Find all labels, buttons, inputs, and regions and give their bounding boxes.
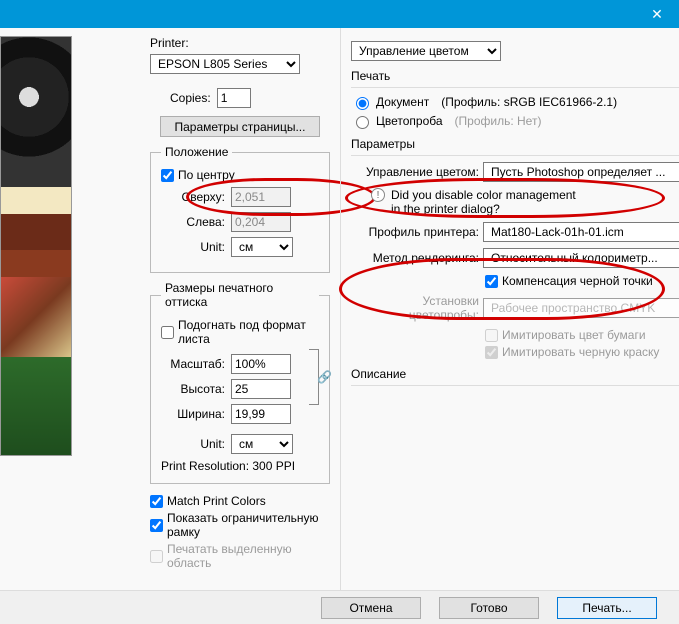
- printer-label: Printer:: [150, 36, 189, 50]
- preview-thumb: [1, 277, 71, 357]
- color-handling-select[interactable]: Пусть Photoshop определяет ...: [483, 162, 679, 182]
- black-point-checkbox[interactable]: Компенсация черной точки: [485, 274, 679, 288]
- disable-cm-hint: Did you disable color management in the …: [391, 188, 576, 216]
- simulate-paper-checkbox: Имитировать цвет бумаги: [485, 328, 679, 342]
- titlebar: ✕: [0, 0, 679, 28]
- close-button[interactable]: ✕: [635, 0, 679, 28]
- document-profile: (Профиль: sRGB IEC61966-2.1): [441, 95, 617, 109]
- height-input[interactable]: [231, 379, 291, 399]
- match-print-colors-checkbox[interactable]: Match Print Colors: [150, 494, 330, 508]
- document-radio[interactable]: Документ (Профиль: sRGB IEC61966-2.1): [351, 94, 679, 110]
- preview-column: [0, 28, 76, 590]
- preview-thumb: [1, 357, 71, 456]
- proof-setup-select: Рабочее пространство CMYK: [483, 298, 679, 318]
- printer-profile-select[interactable]: Mat180-Lack-01h-01.icm: [483, 222, 679, 242]
- printer-select[interactable]: EPSON L805 Series: [150, 54, 300, 74]
- copies-input[interactable]: [217, 88, 251, 108]
- width-label: Ширина:: [161, 407, 225, 421]
- size-unit-select[interactable]: см: [231, 434, 293, 454]
- scaled-legend: Размеры печатного оттиска: [161, 281, 319, 309]
- copies-label: Copies:: [170, 91, 211, 105]
- print-selection-checkbox: Печатать выделенную область: [150, 542, 330, 570]
- proof-radio[interactable]: Цветопроба (Профиль: Нет): [351, 113, 679, 129]
- preview-thumb: [1, 37, 71, 187]
- position-group: Положение По центру Сверху: Слева: Unit:…: [150, 145, 330, 273]
- left-pane: Printer: EPSON L805 Series Copies: Парам…: [76, 28, 340, 590]
- show-bbox-checkbox[interactable]: Показать ограничительную рамку: [150, 511, 330, 539]
- close-icon: ✕: [651, 6, 663, 23]
- right-pane: Управление цветом Печать Документ (Профи…: [340, 28, 679, 590]
- position-legend: Положение: [161, 145, 232, 159]
- print-preview: [0, 36, 72, 456]
- printer-profile-label: Профиль принтера:: [351, 225, 479, 239]
- left-label: Слева:: [161, 215, 225, 229]
- scaled-size-group: Размеры печатного оттиска Подогнать под …: [150, 281, 330, 484]
- fit-media-checkbox[interactable]: Подогнать под формат листа: [161, 318, 319, 346]
- top-input: [231, 187, 291, 207]
- print-heading: Печать: [351, 69, 679, 83]
- page-setup-button[interactable]: Параметры страницы...: [160, 116, 320, 137]
- color-handling-label: Управление цветом:: [351, 165, 479, 179]
- section-select[interactable]: Управление цветом: [351, 41, 501, 61]
- cancel-button[interactable]: Отмена: [321, 597, 421, 619]
- rendering-intent-select[interactable]: Относительный колориметр...: [483, 248, 679, 268]
- unit-label: Unit:: [161, 240, 225, 254]
- proof-profile: (Профиль: Нет): [455, 114, 542, 128]
- dialog-footer: Отмена Готово Печать...: [0, 590, 679, 624]
- scale-input[interactable]: [231, 354, 291, 374]
- params-heading: Параметры: [351, 137, 679, 151]
- top-label: Сверху:: [161, 190, 225, 204]
- left-input: [231, 212, 291, 232]
- unit-label: Unit:: [161, 437, 225, 451]
- print-dialog: ✕ Printer: EPSON L805 Series: [0, 0, 679, 624]
- preview-thumb: [1, 187, 71, 277]
- position-unit-select[interactable]: см: [231, 237, 293, 257]
- description-heading: Описание: [351, 367, 679, 381]
- print-button[interactable]: Печать...: [557, 597, 657, 619]
- done-button[interactable]: Готово: [439, 597, 539, 619]
- print-resolution-label: Print Resolution: 300 PPI: [161, 459, 319, 473]
- proof-setup-label: Установки цветопробы:: [351, 294, 479, 322]
- center-checkbox-input[interactable]: [161, 169, 174, 182]
- center-checkbox[interactable]: По центру: [161, 168, 319, 182]
- scale-label: Масштаб:: [161, 357, 225, 371]
- fit-media-checkbox-input[interactable]: [161, 326, 174, 339]
- link-dimensions-bracket: 🔗: [309, 349, 319, 405]
- info-icon: !: [371, 188, 385, 202]
- simulate-black-checkbox: Имитировать черную краску: [485, 345, 679, 359]
- rendering-intent-label: Метод рендеринга:: [351, 251, 479, 265]
- height-label: Высота:: [161, 382, 225, 396]
- link-icon[interactable]: 🔗: [317, 370, 332, 384]
- width-input[interactable]: [231, 404, 291, 424]
